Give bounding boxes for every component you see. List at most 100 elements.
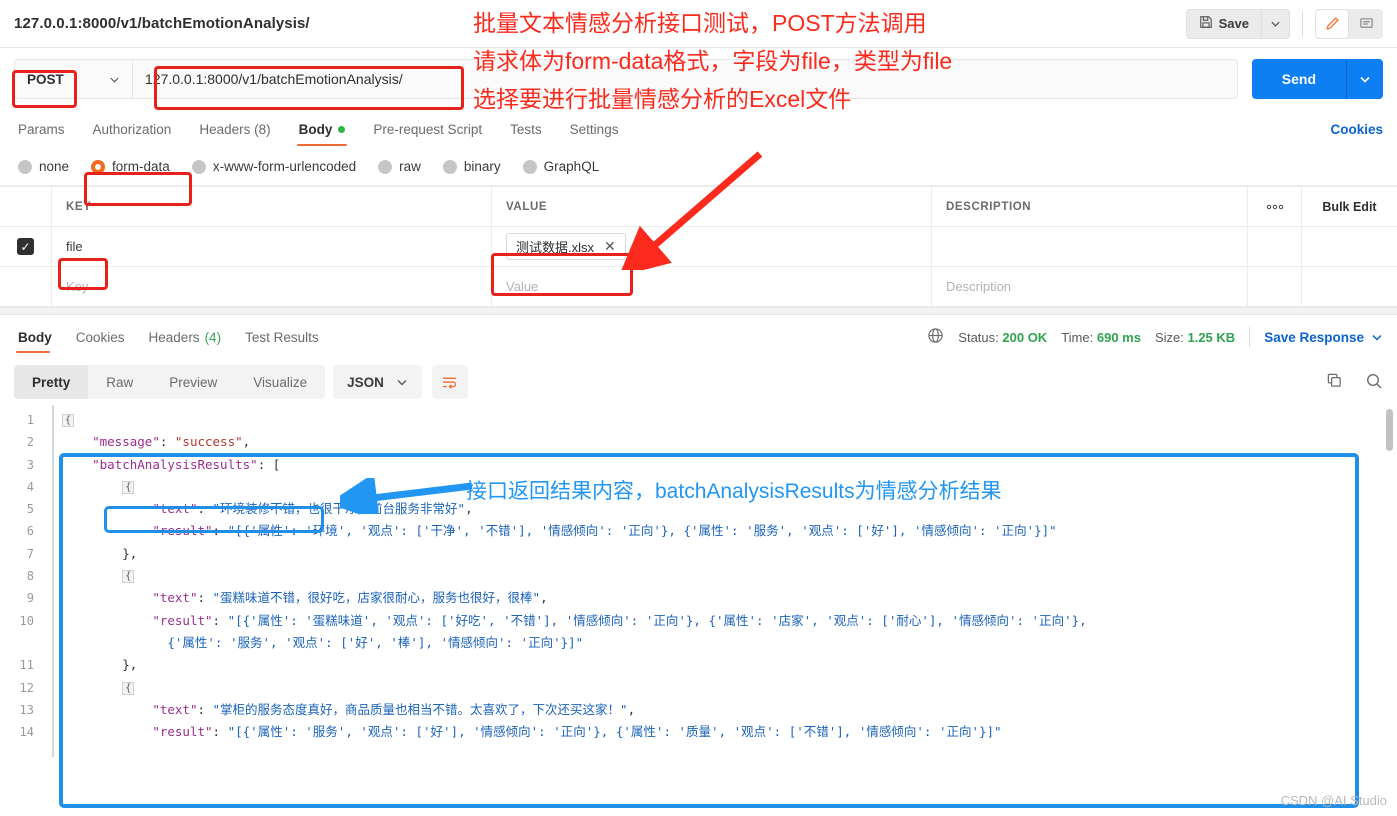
code-fold-toggle[interactable]: {: [122, 681, 135, 695]
url-input[interactable]: 127.0.0.1:8000/v1/batchEmotionAnalysis/: [132, 59, 1238, 99]
line-number: 1: [26, 413, 34, 427]
code-line: "text": "蛋糕味道不错，很好吃，店家很耐心，服务也很好，很棒",: [62, 587, 1397, 609]
row-value-file[interactable]: 测试数据.xlsx ✕: [492, 227, 932, 266]
code-token: :: [212, 523, 228, 539]
code-token: "batchAnalysisResults": [92, 456, 258, 472]
bulk-edit-button[interactable]: Bulk Edit: [1302, 187, 1397, 226]
tab-pre-request-script[interactable]: Pre-request Script: [359, 110, 496, 148]
response-body-code[interactable]: 1 2 3 4 5 6 7 8 9 10 11 12 13 14 { "message": "succes…: [0, 405, 1397, 757]
form-data-table: KEY VALUE DESCRIPTION Bulk Edit ✓ file 测…: [0, 186, 1397, 307]
save-button[interactable]: Save: [1185, 8, 1262, 39]
edit-pencil-button[interactable]: [1315, 8, 1349, 39]
code-token: ,: [540, 590, 548, 606]
format-label: JSON: [347, 374, 384, 390]
code-token: : [: [257, 456, 281, 472]
send-group: Send: [1251, 59, 1383, 99]
body-modified-dot-icon: [338, 125, 346, 133]
row-description-input[interactable]: [932, 227, 1248, 266]
row-key-input[interactable]: file: [52, 227, 492, 266]
radio-selected-icon: [91, 159, 106, 174]
wrap-lines-button[interactable]: [431, 365, 468, 399]
empty-value-input[interactable]: Value: [492, 267, 932, 306]
code-token: "[{'属性': '服务', '观点': ['好'], '情感倾向': '正向'…: [227, 724, 1002, 740]
row-checkbox[interactable]: ✓: [0, 227, 52, 266]
line-number: 13: [19, 702, 34, 717]
comment-button[interactable]: [1349, 9, 1383, 39]
row-bulk-spacer: [1302, 227, 1397, 266]
code-scrollbar[interactable]: [1386, 409, 1393, 451]
tab-params[interactable]: Params: [14, 110, 79, 148]
code-token: "[{'属性': '环境', '观点': ['干净', '不错'], '情感倾向…: [227, 523, 1057, 539]
view-mode-preview[interactable]: Preview: [151, 365, 235, 399]
radio-icon: [18, 159, 32, 174]
radio-x-www-form-urlencoded[interactable]: x-www-form-urlencoded: [191, 159, 356, 174]
code-fold-toggle[interactable]: {: [122, 480, 135, 494]
line-number: 4: [26, 479, 34, 494]
tab-headers[interactable]: Headers (8): [185, 110, 284, 148]
search-button[interactable]: [1365, 372, 1383, 393]
send-button[interactable]: Send: [1251, 59, 1347, 99]
tab-tests[interactable]: Tests: [496, 110, 556, 148]
radio-label: none: [39, 159, 70, 174]
empty-description-input[interactable]: Description: [932, 267, 1248, 306]
response-tab-cookies[interactable]: Cookies: [64, 315, 137, 359]
radio-label: form-data: [112, 159, 170, 174]
divider: [1249, 327, 1251, 347]
table-options-button[interactable]: [1248, 187, 1302, 226]
tab-label: Cookies: [75, 329, 125, 345]
send-options-caret[interactable]: [1347, 59, 1383, 99]
radio-form-data[interactable]: form-data: [91, 159, 170, 174]
response-tab-test-results[interactable]: Test Results: [233, 315, 331, 359]
code-token: "result": [152, 612, 213, 628]
code-fold-toggle[interactable]: {: [122, 570, 135, 584]
view-mode-visualize[interactable]: Visualize: [235, 365, 325, 399]
column-header-description: DESCRIPTION: [932, 187, 1248, 226]
save-options-caret[interactable]: [1262, 8, 1290, 39]
code-line: "result": "[{'属性': '环境', '观点': ['干净', '不…: [62, 520, 1397, 542]
radio-none[interactable]: none: [18, 159, 69, 174]
view-mode-raw[interactable]: Raw: [88, 365, 151, 399]
url-row: POST 127.0.0.1:8000/v1/batchEmotionAnaly…: [0, 48, 1397, 110]
row-options: [1248, 227, 1302, 266]
tab-label: Body: [18, 329, 52, 345]
tab-label: Headers (8): [199, 121, 271, 137]
request-tabs: Params Authorization Headers (8) Body Pr…: [0, 110, 1397, 148]
file-chip[interactable]: 测试数据.xlsx ✕: [506, 233, 626, 260]
line-number: 10: [19, 613, 34, 628]
save-response-button[interactable]: Save Response: [1264, 330, 1383, 345]
line-number: 11: [19, 658, 34, 673]
line-number: 9: [26, 591, 34, 606]
response-tab-body[interactable]: Body: [14, 315, 64, 359]
code-fold-toggle[interactable]: {: [62, 414, 74, 427]
headers-count: (4): [204, 329, 222, 345]
tab-body[interactable]: Body: [285, 110, 360, 148]
code-line: },: [62, 543, 1397, 565]
wrap-text-icon: [443, 377, 457, 389]
empty-key-input[interactable]: Key: [52, 267, 492, 306]
radio-binary[interactable]: binary: [442, 159, 501, 174]
cookies-link[interactable]: Cookies: [1330, 122, 1383, 137]
format-selector[interactable]: JSON: [333, 365, 422, 399]
column-header-value: VALUE: [492, 187, 932, 226]
code-token: },: [122, 545, 138, 561]
radio-graphql[interactable]: GraphQL: [522, 159, 599, 174]
response-actions: [1326, 372, 1383, 393]
response-view-toolbar: Pretty Raw Preview Visualize JSON: [0, 359, 1397, 405]
tab-authorization[interactable]: Authorization: [79, 110, 186, 148]
divider: [1302, 11, 1303, 36]
empty-row-checkbox[interactable]: [0, 267, 52, 306]
radio-raw[interactable]: raw: [378, 159, 421, 174]
line-number: 7: [26, 546, 34, 561]
view-mode-pretty[interactable]: Pretty: [14, 365, 89, 399]
file-name: 测试数据.xlsx: [516, 240, 595, 255]
method-selector[interactable]: POST: [14, 59, 132, 99]
line-number: 12: [19, 680, 34, 695]
save-icon: [1199, 15, 1213, 32]
copy-button[interactable]: [1326, 372, 1343, 392]
tab-settings[interactable]: Settings: [556, 110, 633, 148]
response-tab-headers[interactable]: Headers (4): [137, 315, 234, 359]
edit-comment-group: [1315, 8, 1383, 39]
radio-label: raw: [399, 159, 421, 174]
remove-file-icon[interactable]: ✕: [604, 238, 616, 255]
search-icon: [1366, 373, 1382, 388]
